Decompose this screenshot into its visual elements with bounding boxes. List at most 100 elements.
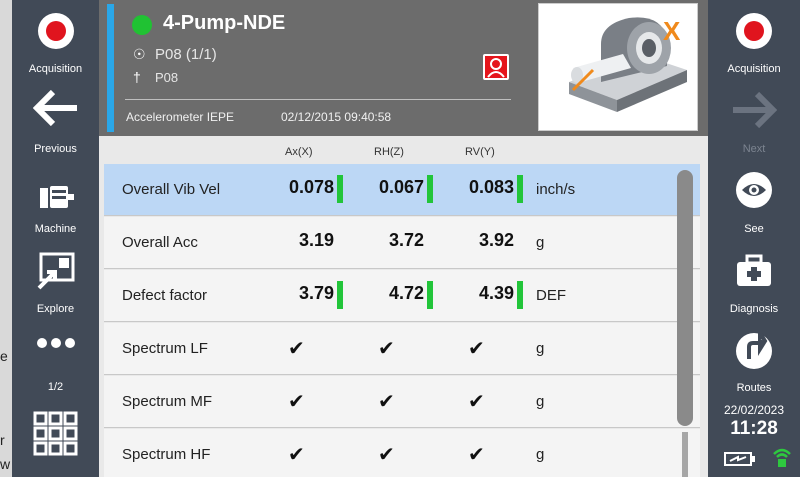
- previous-button[interactable]: [12, 89, 99, 131]
- row-unit: DEF: [536, 287, 566, 304]
- right-toolbar: Acquisition Next See Diagnosis Routes 22…: [708, 0, 800, 477]
- table-row[interactable]: Overall Vib Vel 0.078 0.067 0.083 inch/s: [104, 164, 700, 216]
- check-icon: ✔: [468, 391, 485, 413]
- machine-thumbnail[interactable]: X: [538, 3, 698, 131]
- point-id: P08: [155, 70, 179, 85]
- more-dots-icon: [36, 338, 75, 348]
- more-button[interactable]: [12, 336, 99, 355]
- diagnosis-button[interactable]: [708, 254, 800, 293]
- machine-icon: [39, 186, 74, 208]
- value-rh: 3.72: [388, 230, 424, 250]
- medical-kit-icon: [737, 254, 771, 286]
- row-name: Overall Vib Vel: [122, 181, 221, 198]
- sensor-type: Accelerometer IEPE: [126, 110, 235, 124]
- column-header-rh: RH(Z): [374, 146, 404, 158]
- explore-label: Explore: [36, 303, 75, 315]
- measurement-point-icon: ☉: [133, 46, 146, 62]
- signpost-icon: †: [133, 69, 141, 85]
- value-rh: 0.067: [378, 177, 424, 197]
- check-icon: ✔: [288, 391, 305, 413]
- table-row[interactable]: Defect factor 3.79 4.72 4.39 DEF: [104, 270, 700, 322]
- value-rv: 3.92: [478, 230, 514, 250]
- grid-menu-icon: [33, 411, 77, 456]
- scrollbar-track[interactable]: [682, 432, 688, 477]
- header-accent-bar: [107, 4, 114, 132]
- machine-button[interactable]: [12, 182, 99, 217]
- status-bar: [337, 281, 343, 309]
- routes-label: Routes: [736, 382, 772, 394]
- check-icon: ✔: [288, 338, 305, 360]
- thumbnail-marker: X: [663, 16, 681, 46]
- explore-icon: [37, 252, 74, 290]
- row-unit: g: [536, 446, 545, 463]
- value-ax: 0.078: [288, 177, 334, 197]
- row-name: Defect factor: [122, 287, 208, 304]
- table-row[interactable]: Overall Acc 3.19 3.72 3.92 g: [104, 217, 700, 269]
- value-rv: 4.39: [478, 283, 514, 303]
- eye-icon: [736, 172, 772, 208]
- explore-button[interactable]: [12, 252, 99, 295]
- point-line: ☉ P08 (1/1): [133, 46, 217, 63]
- acquisition-label: Acquisition: [28, 63, 83, 75]
- grid-menu-button[interactable]: [12, 410, 99, 461]
- row-unit: inch/s: [536, 181, 576, 198]
- arrow-right-icon: [733, 91, 778, 129]
- routes-icon: [736, 326, 772, 369]
- background-fragment: e: [0, 348, 8, 364]
- wireless-icon: [772, 446, 792, 473]
- background-fragment: w: [0, 456, 11, 472]
- background-fragment: r: [0, 432, 5, 448]
- diagnosis-label: Diagnosis: [729, 303, 779, 315]
- main-panel: 4-Pump-NDE ☉ P08 (1/1) † P08 Accelerometer…: [99, 0, 708, 477]
- scrollbar-thumb[interactable]: [677, 170, 693, 426]
- status-bar: [517, 281, 523, 309]
- row-unit: g: [536, 234, 545, 251]
- column-header-rv: RV(Y): [465, 146, 495, 158]
- acquisition-label-right: Acquisition: [727, 63, 781, 75]
- table-row[interactable]: Spectrum LF ✔ ✔ ✔ g: [104, 323, 700, 375]
- app-root: e r w Acquisition Previous Machine Explo…: [0, 0, 800, 477]
- row-unit: g: [536, 340, 545, 357]
- user-icon: [487, 58, 505, 78]
- check-icon: ✔: [468, 444, 485, 466]
- see-label: See: [744, 223, 764, 235]
- row-name: Spectrum LF: [122, 340, 208, 357]
- machine-label: Machine: [34, 223, 77, 235]
- next-button[interactable]: [708, 91, 800, 133]
- measurement-datetime: 02/12/2015 09:40:58: [281, 110, 392, 124]
- status-bar: [337, 175, 343, 203]
- operator-avatar[interactable]: [483, 54, 509, 80]
- table-row[interactable]: Spectrum HF ✔ ✔ ✔ g: [104, 429, 700, 477]
- check-icon: ✔: [288, 444, 305, 466]
- check-icon: ✔: [468, 338, 485, 360]
- value-ax: 3.79: [298, 283, 334, 303]
- column-header-ax: Ax(X): [285, 146, 313, 158]
- bearing-icon: X: [569, 16, 687, 112]
- point-header: 4-Pump-NDE ☉ P08 (1/1) † P08 Accelerometer…: [99, 0, 708, 136]
- point-id-line: † P08: [133, 69, 178, 85]
- check-icon: ✔: [378, 338, 395, 360]
- battery-icon: [724, 452, 756, 471]
- check-icon: ✔: [378, 444, 395, 466]
- row-name: Overall Acc: [122, 234, 198, 251]
- row-name: Spectrum MF: [122, 393, 213, 410]
- current-time: 11:28: [730, 418, 778, 439]
- acquisition-button-right[interactable]: [708, 13, 800, 49]
- page-title: 4-Pump-NDE: [163, 12, 286, 34]
- table-row[interactable]: Spectrum MF ✔ ✔ ✔ g: [104, 376, 700, 428]
- check-icon: ✔: [378, 391, 395, 413]
- status-ok-icon: [132, 15, 152, 35]
- status-bar: [517, 175, 523, 203]
- record-icon: [37, 13, 74, 49]
- next-label: Next: [742, 143, 766, 155]
- acquisition-button[interactable]: [12, 13, 99, 49]
- see-button[interactable]: [708, 172, 800, 208]
- routes-button[interactable]: [708, 326, 800, 369]
- value-rv: 0.083: [468, 177, 514, 197]
- record-icon: [736, 13, 772, 49]
- point-label: P08 (1/1): [155, 46, 217, 63]
- value-ax: 3.19: [298, 230, 334, 250]
- value-rh: 4.72: [388, 283, 424, 303]
- header-divider: [125, 99, 511, 100]
- previous-label: Previous: [34, 143, 77, 155]
